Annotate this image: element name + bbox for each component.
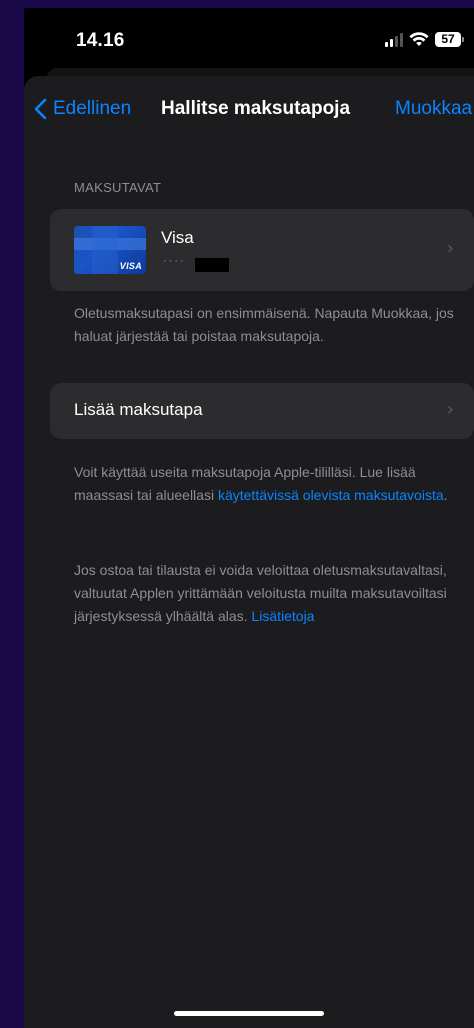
info-paragraph-2: Jos ostoa tai tilausta ei voida veloitta… [74,559,466,628]
home-indicator[interactable] [174,1011,324,1016]
payment-card-row-visa[interactable]: VISA Visa ···· › [50,209,474,291]
chevron-right-icon: › [446,238,454,259]
visa-logo: VISA [119,261,142,271]
back-button[interactable]: Edellinen [34,98,131,120]
manage-payment-sheet: Edellinen Hallitse maksutapoja Muokkaa M… [24,76,474,1028]
section-header-payment-methods: MAKSUTAVAT [74,180,162,195]
battery-level: 57 [435,32,461,47]
page-title: Hallitse maksutapoja [161,98,351,119]
visa-card-image: VISA [74,226,146,274]
chevron-left-icon [34,98,47,120]
edit-button[interactable]: Muokkaa [395,98,472,120]
cellular-signal-icon [385,32,403,47]
payment-section-footer: Oletusmaksutapasi on ensimmäisenä. Napau… [74,305,454,344]
status-time: 14.16 [76,30,125,51]
chevron-right-icon: › [446,399,454,420]
info-paragraph-1-end: . [443,487,448,503]
card-number-redaction [195,258,229,272]
wifi-icon [409,32,429,46]
available-payment-methods-link[interactable]: käytettävissä olevista maksutavoista [218,487,444,503]
add-payment-method-button[interactable]: Lisää maksutapa › [50,383,474,439]
status-icons: 57 [385,32,464,47]
phone-screen: 14.16 57 Edellinen Hallitse maksutapoja … [24,8,474,1028]
add-payment-method-label: Lisää maksutapa [74,400,203,419]
status-bar: 14.16 57 [24,8,474,74]
navigation-bar: Edellinen Hallitse maksutapoja Muokkaa [24,76,474,146]
card-masked-number: ···· [163,255,186,267]
back-button-label: Edellinen [53,98,132,119]
card-name: Visa [161,228,194,247]
learn-more-link[interactable]: Lisätietoja [251,608,314,624]
battery-icon: 57 [435,32,464,47]
info-paragraph-1: Voit käyttää useita maksutapoja Apple-ti… [74,461,466,507]
